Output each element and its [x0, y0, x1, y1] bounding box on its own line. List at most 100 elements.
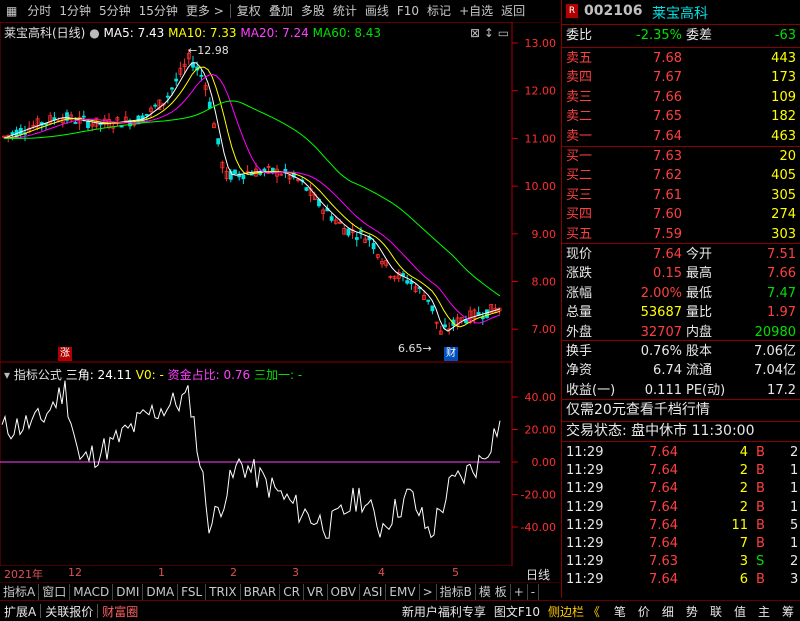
tab-cr[interactable]: CR — [280, 584, 304, 600]
tab-add[interactable]: + — [511, 584, 528, 600]
buy-label: 买五 — [566, 226, 593, 242]
grid-icon[interactable]: ▦ — [0, 0, 23, 22]
indicator-lines — [0, 380, 501, 539]
stats-label: 收益(一) — [566, 382, 616, 398]
buy-label: 买一 — [566, 149, 593, 164]
tab-asi[interactable]: ASI — [360, 584, 387, 600]
quote-value2: 7.66 — [767, 266, 796, 282]
date-label: 3 — [292, 566, 299, 579]
tab-5min[interactable]: 5分钟 — [95, 0, 135, 22]
caifuquan-button[interactable]: 财富圈 — [98, 603, 142, 620]
tab-template[interactable]: 模 板 — [476, 584, 511, 600]
tab-1min[interactable]: 1分钟 — [55, 0, 95, 22]
panel-tab-jia[interactable]: 价 — [632, 603, 656, 620]
close-icon[interactable]: ⊠ — [470, 26, 480, 40]
ma5-label: MA5: 7.43 — [103, 26, 165, 40]
zhang-badge[interactable]: 涨 — [58, 347, 72, 361]
buy-price: 7.63 — [653, 149, 682, 164]
candle-body — [359, 230, 363, 233]
indicator-title[interactable]: 指标公式 — [14, 368, 62, 382]
tick-count: 3 — [790, 572, 799, 588]
panel-tab-bi[interactable]: 笔 — [608, 603, 632, 620]
sell-row[interactable]: 卖三 7.66 109 — [566, 88, 798, 107]
fuquan-button[interactable]: 复权 — [233, 0, 265, 22]
ma60-label: MA60: 8.43 — [312, 26, 382, 40]
diejia-button[interactable]: 叠加 — [265, 0, 297, 22]
related-quote-button[interactable]: 关联报价 — [41, 603, 97, 620]
sell-row[interactable]: 卖五 7.68 443 — [566, 49, 798, 68]
quote-value: 53687 — [640, 305, 682, 321]
sidebar-toggle[interactable]: 侧边栏 《 — [544, 603, 604, 620]
tab-trix[interactable]: TRIX — [206, 584, 241, 600]
tab-obv[interactable]: OBV — [328, 584, 361, 600]
high-marker-value: 12.98 — [197, 44, 229, 57]
footer-bar: 扩展A 关联报价 财富圈 新用户福利专享 图文F10 侧边栏 《 笔 价 细 势… — [0, 600, 800, 621]
sell-volume: 173 — [771, 70, 796, 86]
tab-emv[interactable]: EMV — [386, 584, 420, 600]
settings-icon[interactable]: ● — [89, 26, 99, 40]
sell-row[interactable]: 卖四 7.67 173 — [566, 68, 798, 87]
back-button[interactable]: 返回 — [497, 0, 529, 22]
sell-row[interactable]: 卖二 7.65 182 — [566, 107, 798, 126]
zixuan-button[interactable]: +自选 — [455, 0, 497, 22]
ma5-line — [3, 62, 501, 332]
buy-row[interactable]: 买三 7.61 305 — [566, 186, 798, 205]
tab-remove[interactable]: - — [528, 584, 540, 600]
panel-tab-chou[interactable]: 筹 — [776, 603, 800, 620]
buy-row[interactable]: 买五 7.59 303 — [566, 225, 798, 244]
new-user-link[interactable]: 新用户福利专享 — [398, 603, 490, 620]
tab-window[interactable]: 窗口 — [39, 584, 71, 600]
buy-volume: 305 — [771, 187, 796, 203]
date-label: 2021年 — [4, 568, 43, 581]
duogu-button[interactable]: 多股 — [297, 0, 329, 22]
tab-next-icon[interactable]: > — [420, 584, 437, 600]
sell-row[interactable]: 卖一 7.64 463 — [566, 127, 798, 146]
tab-macd[interactable]: MACD — [70, 584, 114, 600]
promo-link[interactable]: 仅需20元查看千档行情 — [566, 401, 798, 420]
panel-tab-shi[interactable]: 势 — [680, 603, 704, 620]
biaoji-button[interactable]: 标记 — [423, 0, 455, 22]
tick-row: 11:29 7.64 2 B 1 — [566, 498, 798, 517]
candle-body — [241, 174, 246, 180]
sell-volume: 443 — [771, 51, 796, 66]
huaxian-button[interactable]: 画线 — [361, 0, 393, 22]
tab-fenshi[interactable]: 分时 — [23, 0, 55, 22]
tab-more[interactable]: 更多 > — [182, 0, 228, 22]
tab-vr[interactable]: VR — [304, 584, 328, 600]
panel-tab-xi[interactable]: 细 — [656, 603, 680, 620]
panel-tab-zhi[interactable]: 值 — [728, 603, 752, 620]
tick-row: 11:29 7.64 2 B 1 — [566, 479, 798, 498]
tick-count: 1 — [790, 463, 799, 479]
f10-button[interactable]: F10 — [393, 0, 423, 22]
maximize-icon[interactable]: ▭ — [498, 26, 509, 40]
buy-row[interactable]: 买一 7.63 20 — [566, 147, 798, 166]
f10-link[interactable]: 图文F10 — [490, 603, 544, 620]
tab-15min[interactable]: 15分钟 — [135, 0, 182, 22]
ind-y-tick-label: 40.00 — [525, 391, 557, 404]
tab-fsl[interactable]: FSL — [178, 584, 207, 600]
sell-volume: 182 — [771, 109, 796, 125]
tab-indicator-b[interactable]: 指标B — [437, 584, 476, 600]
tab-indicator-a[interactable]: 指标A — [0, 584, 40, 600]
buy-row[interactable]: 买四 7.60 274 — [566, 205, 798, 224]
quote-value2: 7.51 — [767, 247, 796, 262]
tongji-button[interactable]: 统计 — [329, 0, 361, 22]
kline-chart[interactable]: 13.00 12.00 11.00 10.00 9.00 8.00 7.00 40.00 20.… — [0, 22, 560, 566]
dropdown-icon[interactable]: ▾ — [4, 368, 10, 382]
cai-badge[interactable]: 财 — [444, 347, 458, 361]
minimize-icon[interactable]: ↕ — [484, 26, 494, 40]
buy-row[interactable]: 买二 7.62 405 — [566, 166, 798, 185]
rixian-label[interactable]: 日线 — [516, 566, 560, 582]
tab-brar[interactable]: BRAR — [241, 584, 281, 600]
extend-button[interactable]: 扩展A — [0, 603, 40, 620]
quote-value2: 20980 — [754, 324, 796, 340]
y-tick-label: 10.00 — [525, 180, 557, 193]
candle-body — [405, 280, 410, 284]
panel-tab-lian[interactable]: 联 — [704, 603, 728, 620]
y-tick-label: 13.00 — [525, 37, 557, 50]
tab-dma[interactable]: DMA — [143, 584, 179, 600]
tick-volume: 3 — [739, 554, 748, 570]
tab-dmi[interactable]: DMI — [113, 584, 144, 600]
v0-label: V0: - — [135, 368, 164, 382]
panel-tab-zhu[interactable]: 主 — [752, 603, 776, 620]
